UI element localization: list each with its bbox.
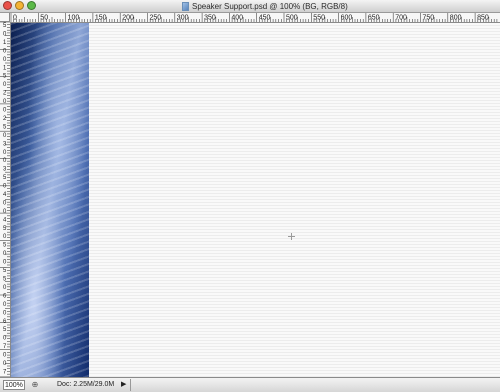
close-window-button[interactable] <box>3 1 12 10</box>
horizontal-ruler-label: 600 <box>341 15 353 22</box>
vertical-ruler-ticks: 5010015020025030035040045050055060065070… <box>0 22 10 377</box>
horizontal-ruler-label: 400 <box>231 15 243 22</box>
zoom-level-field[interactable]: 100% <box>3 380 25 390</box>
window-title-group: Speaker Support.psd @ 100% (BG, RGB/8) <box>182 0 348 12</box>
vertical-ruler-label: 7 <box>3 344 7 350</box>
window-title: Speaker Support.psd @ 100% (BG, RGB/8) <box>192 1 348 11</box>
vertical-ruler-label: 7 <box>3 369 7 375</box>
vertical-ruler-label: 0 <box>3 108 7 114</box>
horizontal-ruler-label: 700 <box>395 15 407 22</box>
vertical-ruler-label: 6 <box>3 293 7 299</box>
vertical-ruler-label: 3 <box>3 141 7 147</box>
horizontal-ruler-label: 650 <box>368 15 380 22</box>
document-size-info: Doc: 2.25M/29.0M <box>57 381 115 388</box>
vertical-ruler-label: 0 <box>3 150 7 156</box>
vertical-ruler-label: 0 <box>3 285 7 291</box>
horizontal-ruler-label: 800 <box>450 15 462 22</box>
status-bar: 100% ⊕ Doc: 2.25M/29.0M ▶ <box>0 377 500 392</box>
horizontal-ruler-label: 350 <box>204 15 216 22</box>
horizontal-ruler-label: 750 <box>423 15 435 22</box>
horizontal-ruler-label: 250 <box>150 15 162 22</box>
vertical-ruler[interactable]: 5010015020025030035040045050055060065070… <box>0 22 11 377</box>
horizontal-ruler-label: 50 <box>40 15 48 22</box>
vertical-ruler-label: 1 <box>3 40 7 46</box>
vertical-ruler-label: 0 <box>3 310 7 316</box>
vertical-ruler-label: 5 <box>3 124 7 130</box>
horizontal-ruler-label: 200 <box>122 15 134 22</box>
document-window: Speaker Support.psd @ 100% (BG, RGB/8) 0… <box>0 0 500 392</box>
status-divider <box>130 379 131 391</box>
vertical-ruler-label: 0 <box>3 82 7 88</box>
horizontal-ruler-label: 0 <box>13 15 17 22</box>
vertical-ruler-label: 0 <box>3 336 7 342</box>
vertical-ruler-label: 5 <box>3 23 7 29</box>
horizontal-ruler-label: 450 <box>259 15 271 22</box>
vertical-ruler-label: 2 <box>3 116 7 122</box>
vertical-ruler-label: 4 <box>3 217 7 223</box>
horizontal-ruler-label: 100 <box>68 15 80 22</box>
vertical-ruler-label: 1 <box>3 65 7 71</box>
vertical-ruler-label: 3 <box>3 167 7 173</box>
vertical-ruler-label: 4 <box>3 192 7 198</box>
vertical-ruler-label: 0 <box>3 57 7 63</box>
crosshair-cursor-icon <box>288 233 295 240</box>
horizontal-ruler-label: 500 <box>286 15 298 22</box>
zoom-window-button[interactable] <box>27 1 36 10</box>
vertical-ruler-label: 0 <box>3 31 7 37</box>
vertical-ruler-label: 0 <box>3 158 7 164</box>
vertical-ruler-label: 0 <box>3 260 7 266</box>
vertical-ruler-label: 2 <box>3 91 7 97</box>
triangle-right-icon[interactable]: ▶ <box>121 380 128 390</box>
vertical-ruler-label: 6 <box>3 319 7 325</box>
vertical-ruler-label: 0 <box>3 361 7 367</box>
horizontal-ruler-ticks: 0 50 100 150 200 250 300 350 400 450 500 550 600 650 7… <box>10 13 498 22</box>
vertical-ruler-label: 0 <box>3 234 7 240</box>
horizontal-ruler[interactable]: 0 50 100 150 200 250 300 350 400 450 500 550 600 650 7… <box>10 13 500 23</box>
horizontal-ruler-label: 300 <box>177 15 189 22</box>
info-icon[interactable]: ⊕ <box>30 380 40 390</box>
vertical-ruler-label: 0 <box>3 184 7 190</box>
horizontal-ruler-label: 850 <box>477 15 489 22</box>
vertical-ruler-label: 5 <box>3 327 7 333</box>
vertical-ruler-label: 0 <box>3 353 7 359</box>
vertical-ruler-label: 0 <box>3 133 7 139</box>
image-light-streaks <box>11 23 89 377</box>
vertical-ruler-label: 5 <box>3 268 7 274</box>
psd-document-icon <box>182 1 189 11</box>
vertical-ruler-label: 0 <box>3 200 7 206</box>
horizontal-ruler-label: 150 <box>95 15 107 22</box>
minimize-window-button[interactable] <box>15 1 24 10</box>
title-bar[interactable]: Speaker Support.psd @ 100% (BG, RGB/8) <box>0 0 500 13</box>
vertical-ruler-label: 0 <box>3 302 7 308</box>
horizontal-ruler-label: 550 <box>313 15 325 22</box>
ruler-origin-corner[interactable] <box>0 13 10 22</box>
vertical-ruler-label: 5 <box>3 175 7 181</box>
vertical-ruler-label: 0 <box>3 209 7 215</box>
vertical-ruler-label: 5 <box>3 243 7 249</box>
